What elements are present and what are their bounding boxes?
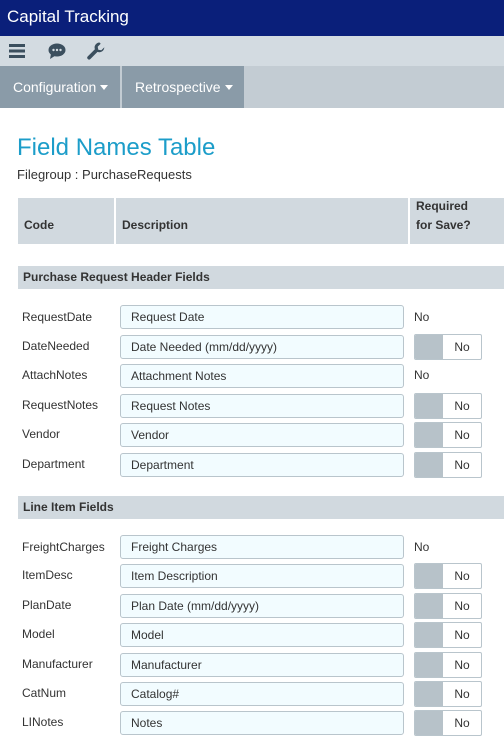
- field-code: RequestDate: [22, 310, 93, 324]
- field-code: Department: [22, 457, 85, 471]
- column-header-required-line1: Required: [416, 199, 469, 213]
- description-input[interactable]: [120, 453, 404, 477]
- required-value: No: [414, 368, 430, 382]
- toggle-value: No: [454, 340, 470, 354]
- toggle-knob: [415, 423, 443, 447]
- column-header-code: Code: [18, 198, 114, 244]
- toggle-value: No: [454, 716, 470, 730]
- field-code: Model: [22, 627, 55, 641]
- chat-icon[interactable]: [47, 41, 67, 61]
- field-code: ItemDesc: [22, 568, 73, 582]
- toggle-knob: [415, 335, 443, 359]
- column-header-required: Required for Save?: [410, 198, 504, 244]
- retrospective-menu[interactable]: Retrospective: [122, 66, 244, 108]
- required-toggle[interactable]: No: [414, 393, 482, 419]
- toggle-value: No: [454, 687, 470, 701]
- toggle-knob: [415, 653, 443, 677]
- column-header-description-label: Description: [122, 218, 189, 232]
- caret-down-icon: [100, 85, 109, 90]
- required-toggle[interactable]: No: [414, 452, 482, 478]
- toggle-value: No: [454, 458, 470, 472]
- wrench-icon[interactable]: [86, 41, 106, 61]
- required-toggle[interactable]: No: [414, 563, 482, 589]
- toggle-value: No: [454, 569, 470, 583]
- description-input[interactable]: [120, 535, 404, 559]
- field-code: LINotes: [22, 715, 64, 729]
- description-input[interactable]: [120, 423, 404, 447]
- toggle-value: No: [454, 599, 470, 613]
- page-title: Field Names Table: [17, 134, 216, 161]
- toggle-value: No: [454, 628, 470, 642]
- field-code: FreightCharges: [22, 540, 105, 554]
- description-input[interactable]: [120, 653, 404, 677]
- description-input[interactable]: [120, 564, 404, 588]
- field-code: Manufacturer: [22, 657, 93, 671]
- required-toggle[interactable]: No: [414, 710, 482, 736]
- description-input[interactable]: [120, 623, 404, 647]
- caret-down-icon: [224, 85, 233, 90]
- field-code: Vendor: [22, 427, 61, 441]
- toggle-knob: [415, 682, 443, 706]
- toggle-knob: [415, 453, 443, 477]
- required-toggle[interactable]: No: [414, 334, 482, 360]
- description-input[interactable]: [120, 335, 404, 359]
- toolbar: [0, 36, 504, 66]
- field-code: PlanDate: [22, 598, 72, 612]
- menu-bar: Configuration Retrospective: [0, 66, 504, 108]
- menu-icon[interactable]: [7, 41, 27, 61]
- filegroup-label: Filegroup : PurchaseRequests: [17, 167, 192, 182]
- required-value: No: [414, 310, 430, 324]
- field-code: DateNeeded: [22, 339, 90, 353]
- toggle-value: No: [454, 399, 470, 413]
- description-input[interactable]: [120, 682, 404, 706]
- description-input[interactable]: [120, 711, 404, 735]
- app-titlebar: Capital Tracking: [0, 0, 504, 36]
- field-code: AttachNotes: [22, 368, 88, 382]
- toggle-knob: [415, 394, 443, 418]
- configuration-menu-label: Configuration: [13, 79, 97, 95]
- toggle-value: No: [454, 658, 470, 672]
- column-header-required-line2: for Save?: [416, 218, 471, 232]
- required-toggle[interactable]: No: [414, 681, 482, 707]
- required-toggle[interactable]: No: [414, 593, 482, 619]
- description-input[interactable]: [120, 594, 404, 618]
- field-code: RequestNotes: [22, 398, 99, 412]
- description-input[interactable]: [120, 394, 404, 418]
- required-toggle[interactable]: No: [414, 652, 482, 678]
- app-title: Capital Tracking: [7, 7, 129, 26]
- section-header-fields: Purchase Request Header Fields: [18, 266, 504, 289]
- retrospective-menu-label: Retrospective: [135, 79, 221, 95]
- section-line-item-fields: Line Item Fields: [18, 496, 504, 519]
- toggle-knob: [415, 564, 443, 588]
- toggle-knob: [415, 594, 443, 618]
- description-input[interactable]: [120, 364, 404, 388]
- column-header-code-label: Code: [24, 218, 54, 232]
- column-header-description: Description: [116, 198, 408, 244]
- field-code: CatNum: [22, 686, 67, 700]
- toggle-knob: [415, 623, 443, 647]
- toggle-knob: [415, 711, 443, 735]
- required-toggle[interactable]: No: [414, 422, 482, 448]
- description-input[interactable]: [120, 305, 404, 329]
- toggle-value: No: [454, 428, 470, 442]
- required-toggle[interactable]: No: [414, 622, 482, 648]
- required-value: No: [414, 540, 430, 554]
- configuration-menu[interactable]: Configuration: [0, 66, 120, 108]
